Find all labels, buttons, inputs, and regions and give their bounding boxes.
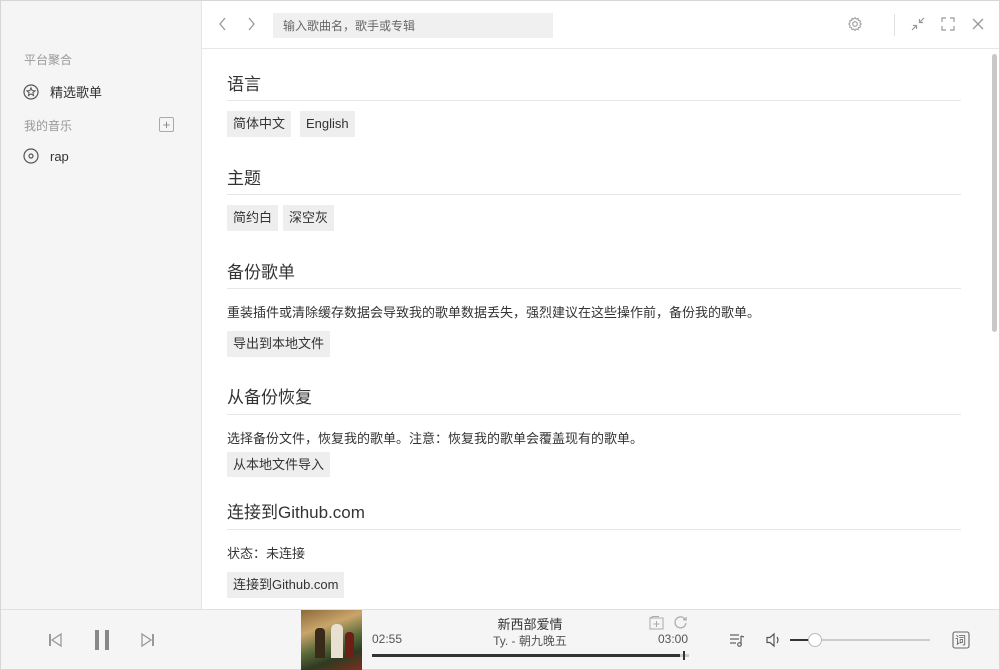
theme-option-gray[interactable]: 深空灰 xyxy=(283,205,335,231)
previous-track-icon[interactable] xyxy=(45,630,65,650)
language-option-zh[interactable]: 简体中文 xyxy=(227,111,292,137)
theme-title: 主题 xyxy=(227,169,261,188)
sidebar-item-label: rap xyxy=(50,148,69,164)
sidebar-item-featured-playlists[interactable]: 精选歌单 xyxy=(23,82,102,101)
theme-option-white[interactable]: 简约白 xyxy=(227,205,279,231)
app-window: 平台聚合 精选歌单 我的音乐 + rap 输入歌曲名，歌手或专辑 语言 简体中文… xyxy=(0,0,1000,670)
import-button[interactable]: 从本地文件导入 xyxy=(227,452,331,477)
search-input[interactable] xyxy=(273,13,553,38)
star-circle-icon xyxy=(23,83,39,100)
export-button[interactable]: 导出到本地文件 xyxy=(227,331,331,357)
lyrics-button[interactable]: 词 xyxy=(951,630,971,650)
volume-knob[interactable] xyxy=(808,633,823,647)
minimize-icon[interactable] xyxy=(909,15,927,33)
volume-icon[interactable] xyxy=(764,630,784,650)
backup-title: 备份歌单 xyxy=(227,263,295,282)
sidebar-section-my-music: 我的音乐 xyxy=(24,119,73,133)
top-bar xyxy=(202,1,999,49)
progress-fill xyxy=(372,654,681,657)
fullscreen-icon[interactable] xyxy=(939,15,957,33)
disc-icon xyxy=(23,148,39,164)
sidebar: 平台聚合 精选歌单 我的音乐 + rap xyxy=(1,1,202,609)
repeat-icon[interactable] xyxy=(673,615,688,630)
backup-description: 重装插件或清除缓存数据会导致我的歌单数据丢失，强烈建议在这些操作前，备份我的歌单… xyxy=(227,305,761,320)
add-playlist-icon[interactable]: + xyxy=(159,117,174,132)
header-divider xyxy=(894,14,895,36)
total-time: 03:00 xyxy=(658,632,689,646)
progress-bar[interactable] xyxy=(372,651,689,660)
album-cover[interactable] xyxy=(301,610,362,670)
language-option-en[interactable]: English xyxy=(300,111,355,137)
gear-icon[interactable] xyxy=(846,15,864,33)
pause-icon[interactable] xyxy=(91,628,113,652)
close-icon[interactable] xyxy=(969,15,987,33)
divider xyxy=(227,100,961,101)
volume-slider[interactable] xyxy=(790,633,930,647)
lyrics-label: 词 xyxy=(955,635,966,647)
sidebar-item-playlist-rap[interactable]: rap xyxy=(23,148,69,164)
github-title: 连接到Github.com xyxy=(227,503,365,522)
divider xyxy=(227,529,961,530)
divider xyxy=(227,288,961,289)
progress-marker[interactable] xyxy=(683,651,685,660)
song-artist: Ty. - 朝九晚五 xyxy=(493,634,567,648)
song-title: 新西部爱情 xyxy=(497,617,563,632)
scrollbar[interactable] xyxy=(990,49,999,609)
restore-description: 选择备份文件，恢复我的歌单。注意：恢复我的歌单会覆盖现有的歌单。 xyxy=(227,431,644,446)
github-status: 状态：未连接 xyxy=(227,546,306,561)
settings-panel: 语言 简体中文 English 主题 简约白 深空灰 备份歌单 重装插件或清除缓… xyxy=(202,49,990,609)
player-bar: 新西部爱情 Ty. - 朝九晚五 02:55 03:00 词 xyxy=(1,609,999,670)
divider xyxy=(227,194,961,195)
divider xyxy=(227,414,961,415)
scrollbar-thumb[interactable] xyxy=(992,54,997,332)
add-to-playlist-icon[interactable] xyxy=(649,615,664,630)
connect-github-button[interactable]: 连接到Github.com xyxy=(227,572,345,598)
playlist-queue-icon[interactable] xyxy=(727,630,747,650)
sidebar-item-label: 精选歌单 xyxy=(50,85,103,100)
restore-title: 从备份恢复 xyxy=(227,388,312,407)
current-time: 02:55 xyxy=(372,632,403,646)
next-track-icon[interactable] xyxy=(138,630,158,650)
language-title: 语言 xyxy=(227,75,261,94)
back-arrow-icon[interactable] xyxy=(215,15,231,33)
forward-arrow-icon[interactable] xyxy=(243,15,259,33)
sidebar-section-platform: 平台聚合 xyxy=(24,53,73,67)
